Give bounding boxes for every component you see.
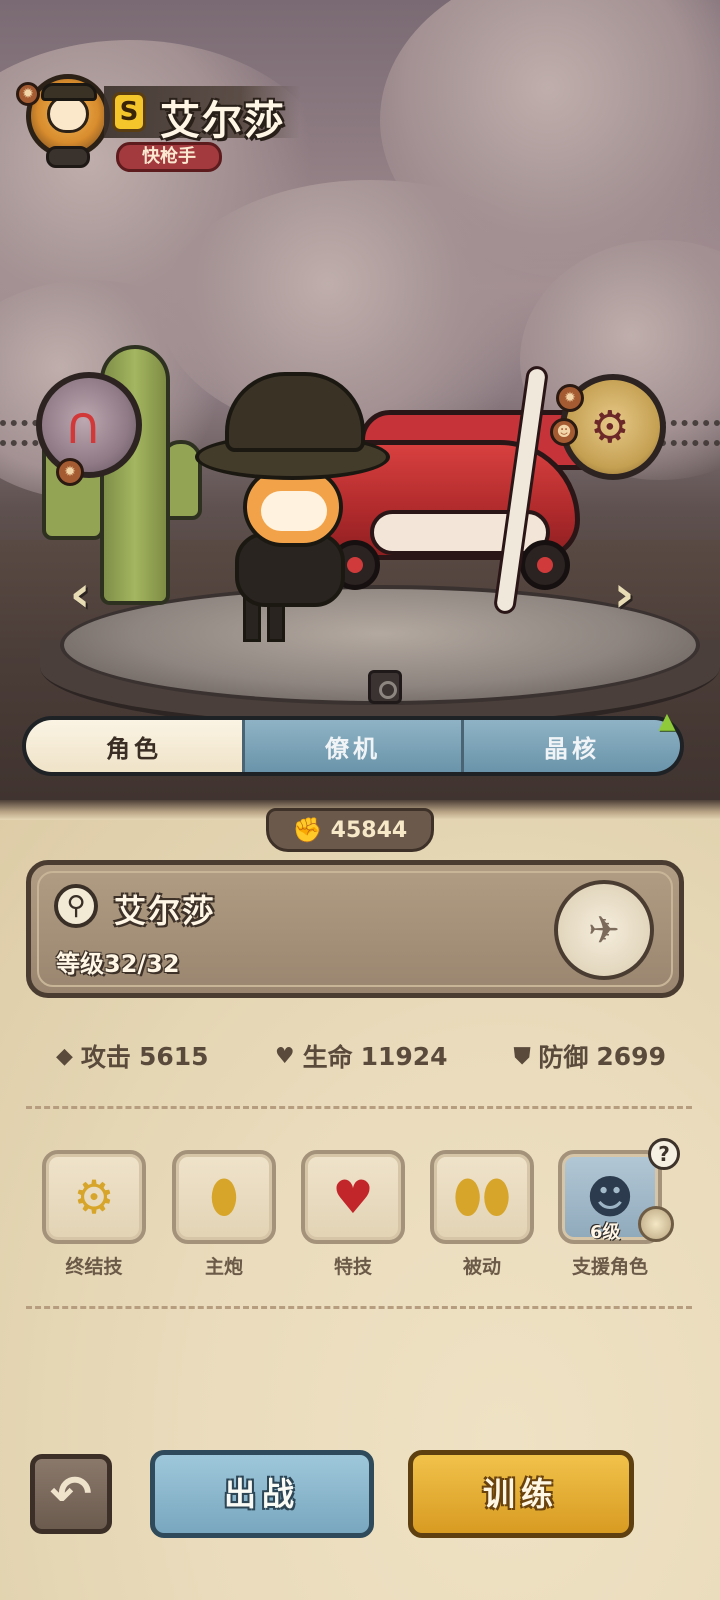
support-coin-icon (638, 1206, 674, 1242)
class-tag: 快枪手 (116, 142, 222, 172)
tab-wingman[interactable]: 僚机 (242, 720, 461, 772)
dashed-divider (26, 1106, 692, 1109)
stat-health: ♥ 生命 11924 (275, 1038, 448, 1074)
avatar-hat (41, 83, 97, 101)
equipment-orb-left[interactable]: ∩ (36, 372, 142, 478)
stat-label: 生命 (302, 1043, 353, 1072)
stat-value: 11924 (360, 1041, 448, 1071)
gear-gem-icon: ✹ (556, 384, 584, 412)
pilot-gem-icon: ☻ (550, 418, 578, 446)
skill-passive[interactable]: ⬮⬮ 被动 (430, 1150, 534, 1279)
stat-value: 5615 (138, 1041, 209, 1071)
skill-main-cannon[interactable]: ⬮ 主炮 (172, 1150, 276, 1279)
machine-gun-icon: ⚙ (590, 402, 630, 453)
skill-row: ⚙ 终结技 ⬮ 主炮 ♥ 特技 ⬮⬮ 被动 ☻ 6级 ? 支援角色 (42, 1138, 682, 1290)
skill-slot[interactable]: ⬮ (172, 1150, 276, 1244)
stat-defense: ⛊ 防御 2699 (514, 1038, 666, 1074)
avatar-badge (46, 146, 90, 168)
magnet-icon: ∩ (64, 396, 103, 456)
platform-lock (368, 670, 402, 704)
card-hero-name: 艾尔莎 (114, 892, 217, 930)
skill-finisher[interactable]: ⚙ 终结技 (42, 1150, 146, 1279)
tab-core[interactable]: 晶核 (461, 720, 680, 772)
upgrade-arrow-icon: ▲ (658, 709, 676, 734)
skill-label: 支援角色 (571, 1256, 648, 1278)
prev-hero-arrow[interactable]: ‹ (60, 566, 100, 622)
stat-label: 防御 (538, 1043, 589, 1072)
skill-slot[interactable]: ⬮⬮ (430, 1150, 534, 1244)
bullet-icon: ⬮ (209, 1169, 239, 1223)
plane-wheel (520, 540, 570, 590)
skill-slot[interactable]: ⚙ (42, 1150, 146, 1244)
support-level: 6级 (590, 1222, 621, 1243)
fist-coin-icon: ✊ (292, 816, 323, 844)
skill-slot[interactable]: ♥ (301, 1150, 405, 1244)
skill-special[interactable]: ♥ 特技 (301, 1150, 405, 1279)
shield-icon: ⛊ (513, 1043, 531, 1069)
tab-character[interactable]: 角色 (26, 720, 242, 772)
heart-icon: ♥ (274, 1043, 295, 1069)
hero-hat (225, 372, 365, 452)
gatling-icon: ⚙ (73, 1170, 115, 1224)
skill-label: 被动 (462, 1256, 501, 1278)
skill-label: 终结技 (65, 1256, 123, 1278)
bullet-icon: ◆ (56, 1043, 73, 1069)
hero-showcase-scene: ∩ ✹ ⚙ ✹ ☻ ‹ › ✹ S 艾尔莎 快枪手 (0, 0, 720, 820)
currency-counter: ✊ 45844 (266, 808, 434, 852)
chain (660, 420, 720, 446)
deploy-button[interactable]: 出战 (150, 1450, 374, 1538)
rank-badge: S (112, 92, 146, 132)
next-hero-arrow[interactable]: › (604, 566, 644, 622)
hero-name-title: 艾尔莎 (160, 98, 286, 144)
dashed-divider (26, 1306, 692, 1309)
stat-value: 2699 (596, 1041, 666, 1071)
back-button[interactable]: ↶ (30, 1454, 112, 1534)
stats-row: ◆ 攻击 5615 ♥ 生命 11924 ⛊ 防御 2699 (56, 1036, 666, 1076)
penguin-pilot-icon: ☻ (586, 1170, 634, 1224)
train-button[interactable]: 训练 (408, 1450, 634, 1538)
stat-label: 攻击 (80, 1043, 131, 1072)
gear-gem-icon: ✹ (56, 458, 84, 486)
help-icon[interactable]: ? (648, 1138, 680, 1170)
skill-label: 主炮 (204, 1256, 243, 1278)
currency-value: 45844 (330, 817, 408, 843)
stat-attack: ◆ 攻击 5615 (56, 1038, 209, 1074)
heart-gem-icon: ♥ (332, 1170, 374, 1224)
double-bullet-icon: ⬮⬮ (453, 1169, 511, 1223)
skill-support-character[interactable]: ☻ 6级 ? 支援角色 (558, 1138, 680, 1279)
hero-character[interactable] (195, 372, 395, 642)
winged-skull-emblem-icon[interactable]: ✈ (554, 880, 654, 980)
card-hero-level: 等级32/32 (56, 950, 180, 978)
skill-slot[interactable]: ☻ 6级 (558, 1150, 674, 1244)
skill-label: 特技 (333, 1256, 372, 1278)
tab-bar: 角色 僚机 晶核 (22, 716, 684, 776)
magnifier-icon[interactable]: ⚲ (54, 884, 98, 928)
element-gear-icon: ✹ (16, 82, 40, 106)
